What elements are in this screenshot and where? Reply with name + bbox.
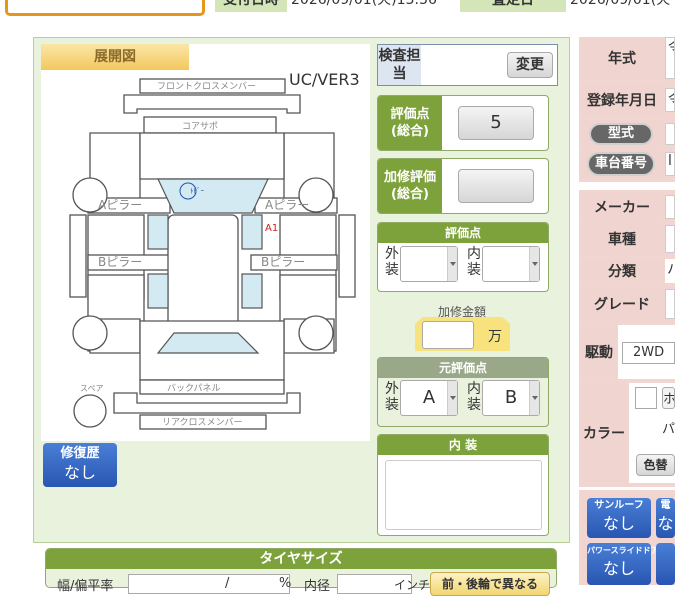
orig-exterior-select[interactable]: A	[400, 380, 458, 416]
grade-value[interactable]	[665, 289, 675, 319]
drive-label: 駆動	[581, 325, 617, 379]
tire-diff-button[interactable]: 前・後輪で異なる	[430, 572, 550, 596]
tire-percent: %	[279, 576, 292, 591]
orig-interior-label: 内装	[467, 381, 481, 413]
inspector-label: 検査担当	[378, 45, 421, 85]
repair-amount-input[interactable]	[422, 321, 474, 349]
color-change-button[interactable]: 色替	[636, 454, 675, 476]
left-front-glass[interactable]	[147, 214, 169, 250]
car-label: 車種	[581, 223, 663, 255]
year-value[interactable]: 令和	[665, 37, 675, 79]
left-b-pillar-label: Bピラー	[98, 255, 142, 269]
received-label: 受付日時	[215, 0, 287, 12]
core-support-frame[interactable]	[123, 94, 301, 114]
core-support-label: コアサポ	[182, 121, 218, 132]
drive-select[interactable]: 2WD	[622, 342, 675, 364]
power-slide-value: なし	[602, 559, 635, 578]
interior-textarea[interactable]	[385, 460, 542, 530]
tire-sep: /	[225, 576, 230, 591]
repair-history-value: なし	[63, 463, 96, 482]
dropdown-arrow-icon	[529, 381, 539, 415]
maker-value[interactable]	[665, 195, 675, 219]
maker-label: メーカー	[581, 193, 663, 221]
dropdown-arrow-icon	[447, 247, 457, 281]
repair-history-label: 修復歴	[60, 446, 100, 461]
right-a-pillar-label: Aピラー	[265, 198, 309, 212]
original-eval-header: 元評価点	[378, 358, 548, 378]
power-slide-label: パワースライドドア	[587, 546, 659, 555]
tire-width-input[interactable]	[128, 574, 290, 594]
model-label[interactable]: 型式	[589, 123, 653, 145]
roof[interactable]	[167, 214, 239, 336]
eval-interior-label: 内装	[467, 246, 481, 278]
left-a-pillar-label: Aピラー	[98, 198, 142, 212]
class-label: 分類	[581, 259, 663, 283]
power-slide-door-button[interactable]: パワースライドドア なし	[587, 543, 659, 585]
sunroof-button[interactable]: サンルーフ なし	[587, 498, 651, 538]
rear-cross-label: リアクロスメンバー	[162, 417, 243, 428]
panel-gap	[579, 182, 675, 190]
damage-mark-a1[interactable]: A1	[265, 223, 278, 234]
tire-size-header: タイヤサイズ	[46, 549, 556, 569]
windshield[interactable]	[157, 178, 269, 214]
rear-cross-frame[interactable]	[113, 392, 301, 414]
repair-score-button[interactable]	[458, 169, 534, 203]
left-side-panel[interactable]	[69, 214, 87, 298]
right-front-glass[interactable]	[241, 214, 263, 250]
repair-amount-unit: 万	[488, 329, 502, 345]
top-action-button[interactable]	[5, 0, 205, 16]
sunroof-value: なし	[602, 514, 635, 533]
score-label: 評価点 (総合)	[378, 96, 442, 150]
color-label: カラー	[581, 383, 627, 483]
reg-date-value[interactable]: 令	[665, 88, 675, 112]
color-swatch[interactable]	[635, 387, 657, 409]
rear-right-wheel[interactable]	[298, 315, 334, 351]
orig-exterior-label: 外装	[385, 381, 399, 413]
spare-label: スペア	[80, 384, 103, 393]
eval-exterior-label: 外装	[385, 246, 399, 278]
eval-interior-select[interactable]	[482, 246, 540, 282]
electric-option-button[interactable]: 電 な	[656, 498, 675, 538]
chassis-label[interactable]: 車台番号	[587, 152, 655, 176]
year-label: 年式	[581, 37, 663, 79]
front-cross-label: フロントクロスメンバー	[157, 81, 256, 92]
class-value: ハ	[665, 259, 675, 283]
electric-label: 電	[660, 500, 671, 511]
back-panel-label: バックパネル	[167, 383, 221, 394]
chassis-value[interactable]: l	[665, 152, 675, 176]
assess-value: 2026/09/01(火	[566, 0, 675, 12]
eval-exterior-select[interactable]	[400, 246, 458, 282]
color-value2: パ	[662, 422, 675, 437]
dropdown-arrow-icon	[529, 247, 539, 281]
spare-tire[interactable]	[73, 394, 107, 428]
hood-mark: ﾄﾋﾞｰ	[190, 187, 204, 195]
eval-points-header: 評価点	[378, 223, 548, 243]
right-side-panel[interactable]	[338, 214, 356, 298]
received-value: 2026/09/01(火)13:56	[287, 0, 457, 12]
hood[interactable]	[139, 132, 285, 180]
repair-history-button[interactable]: 修復歴 なし	[43, 443, 117, 487]
right-b-pillar-label: Bピラー	[261, 255, 305, 269]
model-value[interactable]	[665, 123, 675, 145]
color-select[interactable]: ホ	[662, 387, 675, 409]
rear-left-wheel[interactable]	[72, 315, 108, 351]
score-value-button[interactable]: 5	[458, 106, 534, 140]
assess-label: 査定日	[460, 0, 566, 12]
left-rear-glass[interactable]	[147, 273, 169, 309]
right-rear-glass[interactable]	[241, 273, 263, 309]
orig-interior-select[interactable]: B	[482, 380, 540, 416]
grade-label: グレード	[581, 287, 663, 321]
electric-value: な	[657, 514, 674, 533]
dropdown-arrow-icon	[447, 381, 457, 415]
interior-header: 内 装	[378, 435, 548, 455]
change-inspector-button[interactable]: 変更	[507, 52, 553, 78]
repair-score-label: 加修評価 (総合)	[378, 159, 442, 213]
reg-date-label: 登録年月日	[581, 85, 663, 115]
diagram-title: 展開図	[41, 44, 189, 70]
car-value[interactable]	[665, 225, 675, 253]
sunroof-label: サンルーフ	[594, 500, 644, 511]
car-body-diagram[interactable]: フロントクロスメンバー コアサポ Aピラー Aピラー Bピラー Bピラー バック…	[62, 75, 362, 437]
option-button-extra[interactable]	[656, 543, 675, 585]
